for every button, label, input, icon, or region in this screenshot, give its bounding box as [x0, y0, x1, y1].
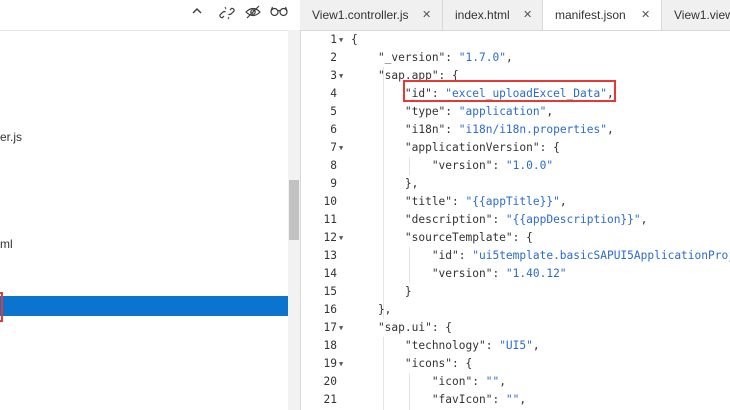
line-number: 1 [330, 33, 337, 46]
code-line[interactable]: 10 "title": "{{appTitle}}", [301, 193, 730, 211]
line-number: 17 [323, 321, 337, 334]
code-line[interactable]: 21 "favIcon": "", [301, 391, 730, 409]
annotation-highlight-app-id [403, 80, 616, 102]
code-text: "sourceTemplate": { [351, 231, 533, 244]
tab-label: View1.controller.js [312, 8, 409, 22]
line-number: 13 [323, 249, 337, 262]
tab-label: index.html [455, 8, 510, 22]
line-number: 9 [330, 177, 337, 190]
code-line[interactable]: 12 ▼ "sourceTemplate": { [301, 229, 730, 247]
code-text: "sap.ui": { [351, 321, 453, 334]
line-number: 8 [330, 159, 337, 172]
fold-arrow-icon[interactable]: ▼ [339, 31, 347, 49]
code-text: "i18n": "i18n/i18n.properties", [351, 123, 614, 136]
glasses-icon[interactable] [270, 5, 288, 23]
line-number: 5 [330, 105, 337, 118]
code-line[interactable]: 8 "version": "1.0.0" [301, 157, 730, 175]
fold-arrow-icon[interactable]: ▼ [339, 67, 347, 85]
close-icon[interactable]: ✕ [523, 0, 532, 30]
line-number: 20 [323, 375, 337, 388]
fold-arrow-icon[interactable]: ▼ [339, 229, 347, 247]
line-number: 16 [323, 303, 337, 316]
tab-manifest-json[interactable]: manifest.json ✕ [543, 0, 662, 30]
code-text: } [351, 285, 412, 298]
code-text: "type": "application", [351, 105, 554, 118]
code-text: "id": "ui5template.basicSAPUI5Applicatio… [351, 249, 730, 262]
code-line[interactable]: 14 "version": "1.40.12" [301, 265, 730, 283]
line-number: 18 [323, 339, 337, 352]
code-line[interactable]: 9 }, [301, 175, 730, 193]
tab-index-html[interactable]: index.html ✕ [443, 0, 543, 30]
explorer-toolbar [0, 0, 300, 31]
code-text: "title": "{{appTitle}}", [351, 195, 567, 208]
code-line[interactable]: 13 "id": "ui5template.basicSAPUI5Applica… [301, 247, 730, 265]
code-text: "description": "{{appDescription}}", [351, 213, 648, 226]
code-line[interactable]: 18 "technology": "UI5", [301, 337, 730, 355]
fold-arrow-icon[interactable]: ▼ [339, 355, 347, 373]
code-text: }, [351, 303, 392, 316]
explorer-pane: er.js ml [0, 0, 301, 410]
code-line[interactable]: 1 ▼ { [301, 31, 730, 49]
hide-icon[interactable] [244, 5, 262, 23]
tab-view1-view[interactable]: View1.view [662, 0, 730, 30]
line-number: 12 [323, 231, 337, 244]
code-text: }, [351, 177, 419, 190]
code-line[interactable]: 19 ▼ "icons": { [301, 355, 730, 373]
tab-label: manifest.json [555, 8, 626, 22]
close-icon[interactable]: ✕ [422, 0, 431, 30]
annotation-highlight-left [0, 292, 3, 322]
unlink-icon[interactable] [218, 5, 236, 23]
code-line[interactable]: 15 } [301, 283, 730, 301]
code-line[interactable]: 2 "_version": "1.7.0", [301, 49, 730, 67]
line-number: 15 [323, 285, 337, 298]
collapse-icon[interactable] [188, 5, 206, 23]
line-number: 19 [323, 357, 337, 370]
code-text: "icons": { [351, 357, 473, 370]
explorer-selected-row[interactable] [0, 296, 288, 316]
tab-view1-controller[interactable]: View1.controller.js ✕ [300, 0, 443, 30]
explorer-item-html-file[interactable]: ml [0, 233, 13, 255]
explorer-scrollbar-thumb[interactable] [289, 180, 299, 240]
code-line[interactable]: 7 ▼ "applicationVersion": { [301, 139, 730, 157]
tab-label: View1.view [674, 8, 730, 22]
line-number: 2 [330, 51, 337, 64]
fold-arrow-icon[interactable]: ▼ [339, 139, 347, 157]
explorer-item-controller-file[interactable]: er.js [0, 126, 22, 148]
code-text: "icon": "", [351, 375, 506, 388]
code-line[interactable]: 5 "type": "application", [301, 103, 730, 121]
code-line[interactable]: 11 "description": "{{appDescription}}", [301, 211, 730, 229]
code-line[interactable]: 6 "i18n": "i18n/i18n.properties", [301, 121, 730, 139]
code-line[interactable]: 17 ▼ "sap.ui": { [301, 319, 730, 337]
code-line[interactable]: 16 }, [301, 301, 730, 319]
line-number: 10 [323, 195, 337, 208]
line-number: 14 [323, 267, 337, 280]
editor-tab-bar: View1.controller.js ✕ index.html ✕ manif… [300, 0, 730, 31]
line-number: 3 [330, 69, 337, 82]
code-text: "_version": "1.7.0", [351, 51, 513, 64]
code-text: "version": "1.0.0" [351, 159, 554, 172]
line-number: 21 [323, 393, 337, 406]
code-text: "applicationVersion": { [351, 141, 560, 154]
code-text: "technology": "UI5", [351, 339, 540, 352]
line-number: 4 [330, 87, 337, 100]
fold-arrow-icon[interactable]: ▼ [339, 319, 347, 337]
close-icon[interactable]: ✕ [641, 0, 650, 30]
line-number: 11 [323, 213, 337, 226]
code-text: "version": "1.40.12" [351, 267, 567, 280]
code-text: { [351, 33, 358, 46]
code-line[interactable]: 20 "icon": "", [301, 373, 730, 391]
code-text: "favIcon": "", [351, 393, 527, 406]
line-number: 7 [330, 141, 337, 154]
line-number: 6 [330, 123, 337, 136]
